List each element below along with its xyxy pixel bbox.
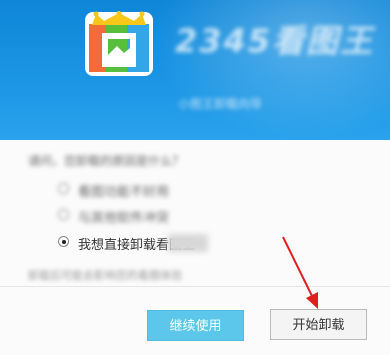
header-tagline: 小图王卸载向导 (178, 97, 263, 111)
continue-using-button[interactable]: 继续使用 (147, 310, 244, 341)
uninstall-note: 卸载后可能会影响您的看图体验 (28, 269, 182, 282)
reason-option-label: 看图功能不好用 (78, 185, 170, 200)
blurred-region (168, 234, 208, 252)
radio-button[interactable] (58, 209, 69, 220)
start-uninstall-button[interactable]: 开始卸载 (270, 309, 367, 340)
reason-option-label: 与其他软件冲突 (78, 211, 170, 226)
radio-button[interactable] (58, 183, 69, 194)
app-logo-icon (85, 11, 153, 76)
reason-option-3[interactable]: 我想直接卸载看图王 (58, 234, 358, 253)
uninstall-reason-question: 请问，您卸载的原因是什么？ (28, 154, 185, 168)
brand-title: 2345看图王 (175, 22, 375, 60)
radio-button-selected[interactable] (58, 236, 69, 247)
header-banner: 2345看图王 小图王卸载向导 (0, 0, 390, 140)
reason-option-1[interactable]: 看图功能不好用 (58, 181, 358, 200)
divider (0, 286, 390, 287)
reason-option-2[interactable]: 与其他软件冲突 (58, 207, 358, 226)
